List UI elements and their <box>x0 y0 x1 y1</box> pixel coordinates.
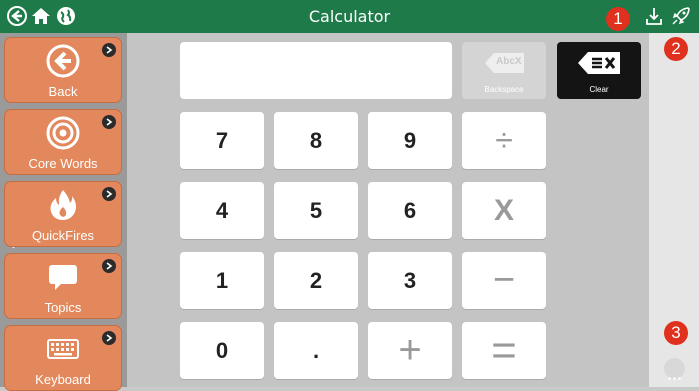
key-2[interactable]: 2 <box>274 252 358 309</box>
sidebar-item-core-words[interactable]: Core Words <box>4 109 122 175</box>
annotation-badge: 2 <box>664 37 688 61</box>
sidebar-item-topics[interactable]: Topics <box>4 253 122 319</box>
backspace-label: Backspace <box>484 85 524 94</box>
key-label: ÷ <box>495 122 513 158</box>
key-1[interactable]: 1 <box>180 252 264 309</box>
ellipsis-icon <box>668 367 681 385</box>
keyboard-icon <box>45 331 81 367</box>
key-label: 3 <box>403 267 417 293</box>
key-plus[interactable]: + <box>368 322 452 379</box>
target-icon <box>45 115 81 151</box>
key-label: 7 <box>215 127 229 153</box>
sidebar-item-label: Keyboard <box>35 372 91 387</box>
key-5[interactable]: 5 <box>274 182 358 239</box>
clear-icon <box>577 51 621 75</box>
key-7[interactable]: 7 <box>180 112 264 169</box>
clear-label: Clear <box>589 85 609 94</box>
sidebar-item-keyboard[interactable]: Keyboard <box>4 325 122 391</box>
download-icon[interactable] <box>643 5 665 27</box>
sidebar-item-back[interactable]: Back <box>4 37 122 103</box>
key-3[interactable]: 3 <box>368 252 452 309</box>
key-label: 1 <box>215 267 229 293</box>
annotation-badge: 1 <box>606 7 630 31</box>
top-bar: Calculator <box>0 0 699 33</box>
rocket-icon[interactable] <box>670 5 692 27</box>
key-label: 8 <box>309 127 323 153</box>
chevron-right-icon <box>102 187 116 201</box>
key-0[interactable]: 0 <box>180 322 264 379</box>
key-label: 2 <box>309 267 323 293</box>
chevron-right-icon <box>102 259 116 273</box>
key-label: 9 <box>403 127 417 153</box>
key-label: . <box>312 337 320 363</box>
key-6[interactable]: 6 <box>368 182 452 239</box>
key-label: X <box>493 193 514 227</box>
backspace-glyph-text: AbcX <box>496 56 522 67</box>
key-8[interactable]: 8 <box>274 112 358 169</box>
key-divide[interactable]: ÷ <box>462 112 546 169</box>
key-decimal[interactable]: . <box>274 322 358 379</box>
clear-button[interactable]: Clear <box>557 42 641 99</box>
fire-icon <box>45 187 81 223</box>
key-label: 4 <box>215 197 229 223</box>
sidebar-item-label: Back <box>48 84 78 99</box>
key-9[interactable]: 9 <box>368 112 452 169</box>
key-multiply[interactable]: X <box>462 182 546 239</box>
key-label: − <box>492 259 516 301</box>
annotation-badge: 3 <box>664 321 688 345</box>
page-title: Calculator <box>308 7 391 26</box>
backspace-icon: AbcX <box>484 52 526 74</box>
chevron-right-icon <box>102 43 116 57</box>
key-minus[interactable]: − <box>462 252 546 309</box>
key-label: + <box>398 328 422 372</box>
key-label: 0 <box>215 337 229 363</box>
key-label: 5 <box>309 197 323 223</box>
key-4[interactable]: 4 <box>180 182 264 239</box>
sidebar: Back Core Words QuickFires Topics Keyboa… <box>0 33 127 391</box>
sidebar-item-label: Topics <box>44 300 82 315</box>
calculator-display[interactable] <box>180 42 452 99</box>
key-label: = <box>491 325 517 375</box>
sidebar-item-quickfires[interactable]: QuickFires <box>4 181 122 247</box>
speech-bubble-icon <box>45 259 81 295</box>
sidebar-item-label: QuickFires <box>31 228 95 243</box>
back-arrow-icon <box>45 43 81 79</box>
key-label: 6 <box>403 197 417 223</box>
chevron-right-icon <box>102 331 116 345</box>
backspace-button[interactable]: AbcX Backspace <box>462 42 546 99</box>
key-equals[interactable]: = <box>462 322 546 379</box>
chevron-right-icon <box>102 115 116 129</box>
more-options-button[interactable] <box>664 358 685 380</box>
sidebar-item-label: Core Words <box>28 156 98 171</box>
